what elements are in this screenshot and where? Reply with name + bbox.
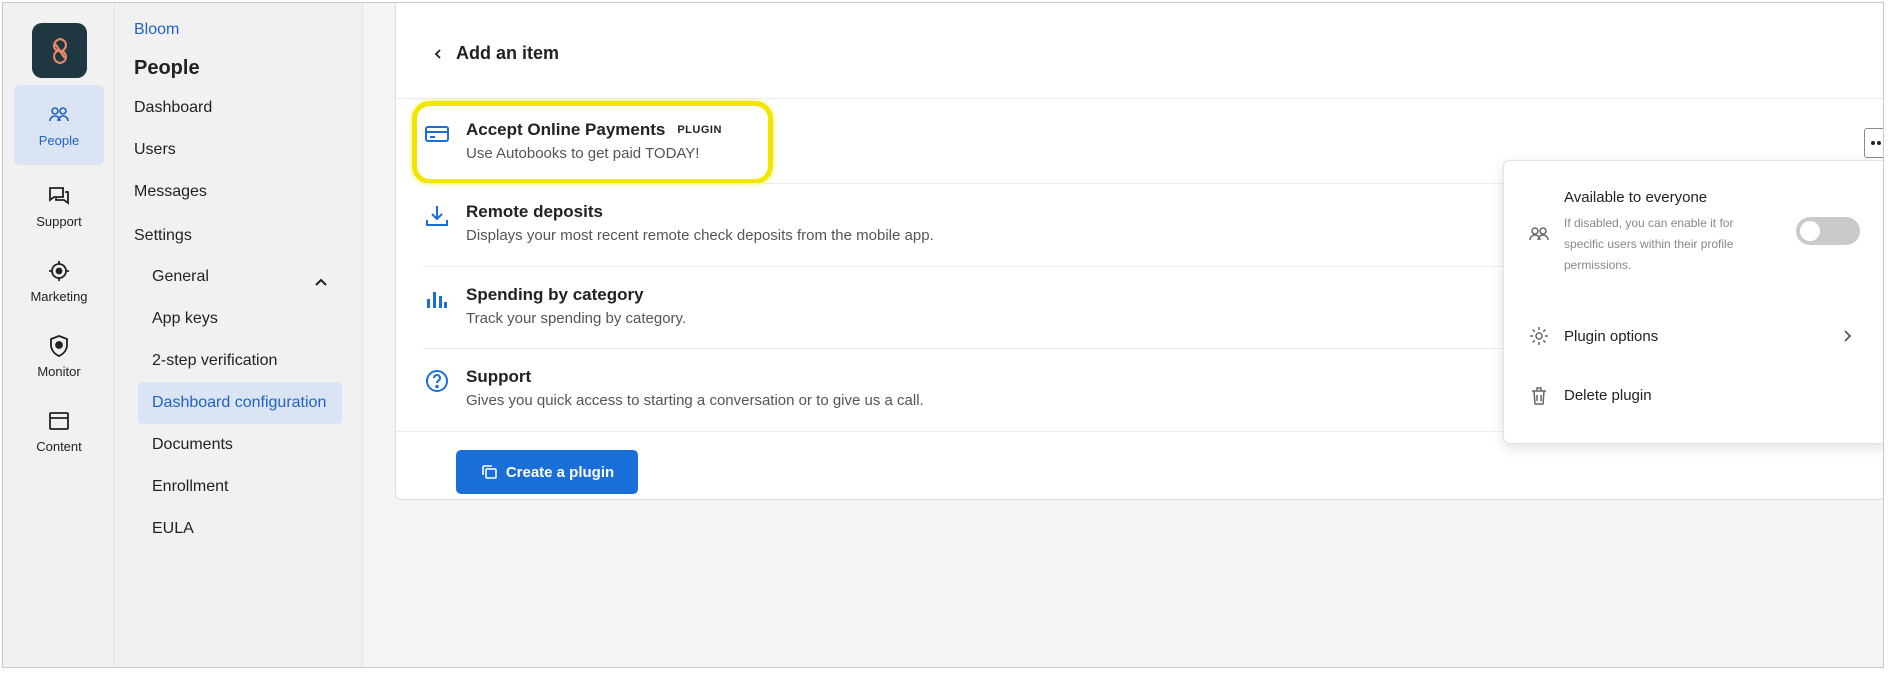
plugin-row-support[interactable]: Support Gives you quick access to starti… (424, 350, 1524, 430)
rail-item-label: Marketing (30, 288, 88, 304)
rail-item-marketing[interactable]: Marketing (14, 241, 104, 321)
nav-sub-general[interactable]: General (138, 256, 342, 298)
nav-sub-dashboard-configuration[interactable]: Dashboard configuration (138, 382, 342, 424)
nav-sub-documents[interactable]: Documents (138, 424, 342, 466)
nav-item-messages[interactable]: Messages (134, 183, 207, 201)
plugin-row-spending-by-category[interactable]: Spending by category Track your spending… (424, 268, 1524, 348)
plugin-title: Spending by category (466, 285, 644, 305)
shield-icon (50, 334, 68, 357)
plugin-row-remote-deposits[interactable]: Remote deposits Displays your most recen… (424, 185, 1524, 265)
add-item-card: Add an item Accept Online Payments PLUGI… (395, 3, 1883, 500)
window-icon (49, 411, 69, 430)
app-window: People Support Marketing Monitor Content (2, 2, 1884, 668)
back-link[interactable]: Add an item (432, 43, 559, 64)
settings-nav: Bloom People Dashboard Users Messages Se… (116, 3, 363, 667)
nav-item-users[interactable]: Users (134, 141, 176, 159)
rail-item-label: People (38, 132, 80, 148)
trash-icon (1532, 387, 1546, 405)
plugin-title: Remote deposits (466, 202, 603, 222)
plugin-title-text: Support (466, 367, 532, 386)
plugin-options-menu: Available to everyone If disabled, you c… (1503, 160, 1883, 444)
nav-item-dashboard[interactable]: Dashboard (134, 99, 212, 117)
people-icon (49, 106, 69, 121)
rail-item-monitor[interactable]: Monitor (14, 316, 104, 396)
bar-chart-icon (427, 292, 447, 308)
plugin-description: Displays your most recent remote check d… (466, 227, 934, 244)
page-title: Add an item (456, 43, 560, 63)
availability-note: If disabled, you can enable it for speci… (1564, 216, 1734, 272)
nav-sub-app-keys[interactable]: App keys (138, 298, 342, 340)
plugin-title: Support (466, 367, 531, 387)
rail-item-label: Monitor (37, 363, 81, 379)
chat-icon (49, 186, 69, 205)
help-icon (426, 370, 448, 392)
chevron-left-icon (434, 48, 441, 59)
plugin-tag: PLUGIN (677, 124, 722, 136)
app-logo[interactable] (32, 23, 87, 78)
rail-item-label: Content (36, 438, 82, 454)
row-divider (423, 266, 1503, 267)
chevron-right-icon (1844, 330, 1852, 342)
nav-sub-enrollment[interactable]: Enrollment (138, 466, 342, 508)
plugin-title-text: Accept Online Payments (466, 120, 666, 139)
plugin-title-text: Remote deposits (466, 202, 603, 221)
main-content: Add an item Accept Online Payments PLUGI… (364, 3, 1883, 667)
card-icon (425, 126, 449, 142)
create-plugin-label: Create a plugin (505, 463, 615, 481)
nav-item-settings[interactable]: Settings (134, 227, 192, 245)
rail-item-content[interactable]: Content (14, 391, 104, 471)
availability-toggle[interactable] (1796, 217, 1860, 245)
header-divider (396, 98, 1883, 99)
plugin-options-item[interactable]: Plugin options (1564, 328, 1658, 345)
rail-item-people[interactable]: People (14, 85, 104, 165)
icon-rail: People Support Marketing Monitor Content (3, 3, 115, 667)
more-options-button[interactable] (1864, 128, 1883, 158)
nav-sub-2-step-verification[interactable]: 2-step verification (138, 340, 342, 382)
nav-sub-eula[interactable]: EULA (138, 508, 342, 550)
download-icon (426, 206, 448, 226)
create-plugin-button[interactable]: Create a plugin (456, 450, 638, 494)
copy-icon (482, 465, 497, 479)
availability-title: Available to everyone (1564, 189, 1708, 206)
row-divider (423, 348, 1503, 349)
gear-icon (1530, 327, 1548, 345)
more-horizontal-icon (1871, 141, 1881, 145)
brand-name[interactable]: Bloom (134, 21, 179, 39)
plugin-description: Use Autobooks to get paid TODAY! (466, 145, 700, 162)
plugin-description: Track your spending by category. (466, 310, 687, 327)
rail-item-support[interactable]: Support (14, 166, 104, 246)
people-icon (1529, 227, 1549, 241)
plugin-title: Accept Online Payments PLUGIN (466, 120, 722, 140)
toggle-knob (1800, 221, 1820, 241)
row-divider (423, 183, 1503, 184)
plugin-title-text: Spending by category (466, 285, 644, 304)
section-title: People (134, 57, 200, 79)
delete-plugin-item[interactable]: Delete plugin (1564, 387, 1652, 404)
rail-item-label: Support (36, 213, 82, 229)
bloom-logo-icon (52, 37, 67, 64)
target-icon (49, 260, 69, 281)
plugin-row-accept-online-payments[interactable]: Accept Online Payments PLUGIN Use Autobo… (424, 103, 1524, 183)
plugin-description: Gives you quick access to starting a con… (466, 392, 924, 409)
